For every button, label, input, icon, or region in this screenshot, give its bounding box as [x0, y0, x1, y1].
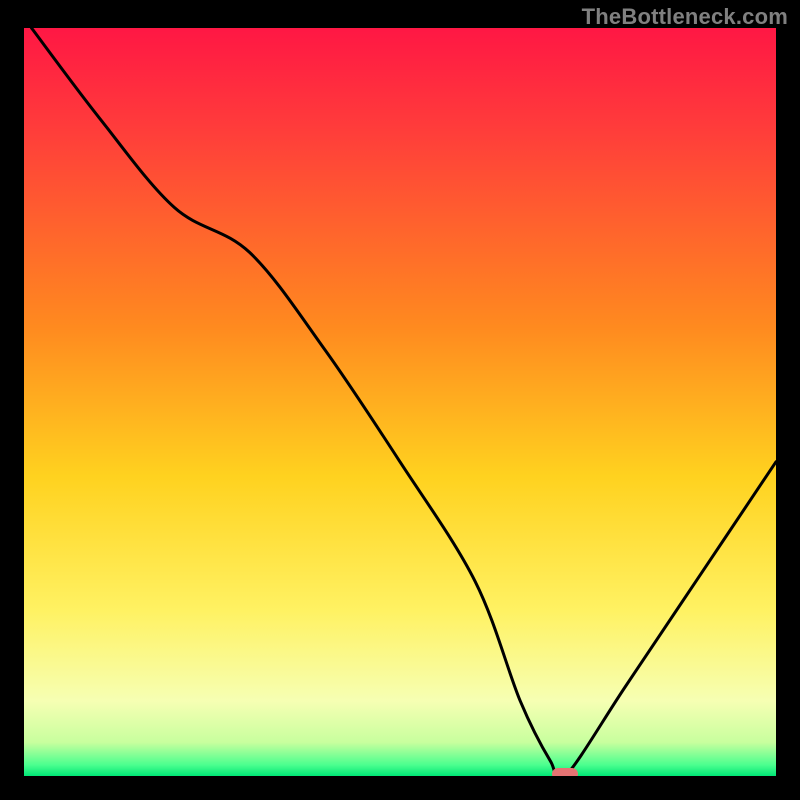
plot-area	[24, 28, 776, 776]
curve-path	[32, 28, 776, 776]
min-point-marker	[552, 768, 578, 776]
bottleneck-curve	[24, 28, 776, 776]
watermark-text: TheBottleneck.com	[582, 4, 788, 30]
chart-container: TheBottleneck.com	[0, 0, 800, 800]
